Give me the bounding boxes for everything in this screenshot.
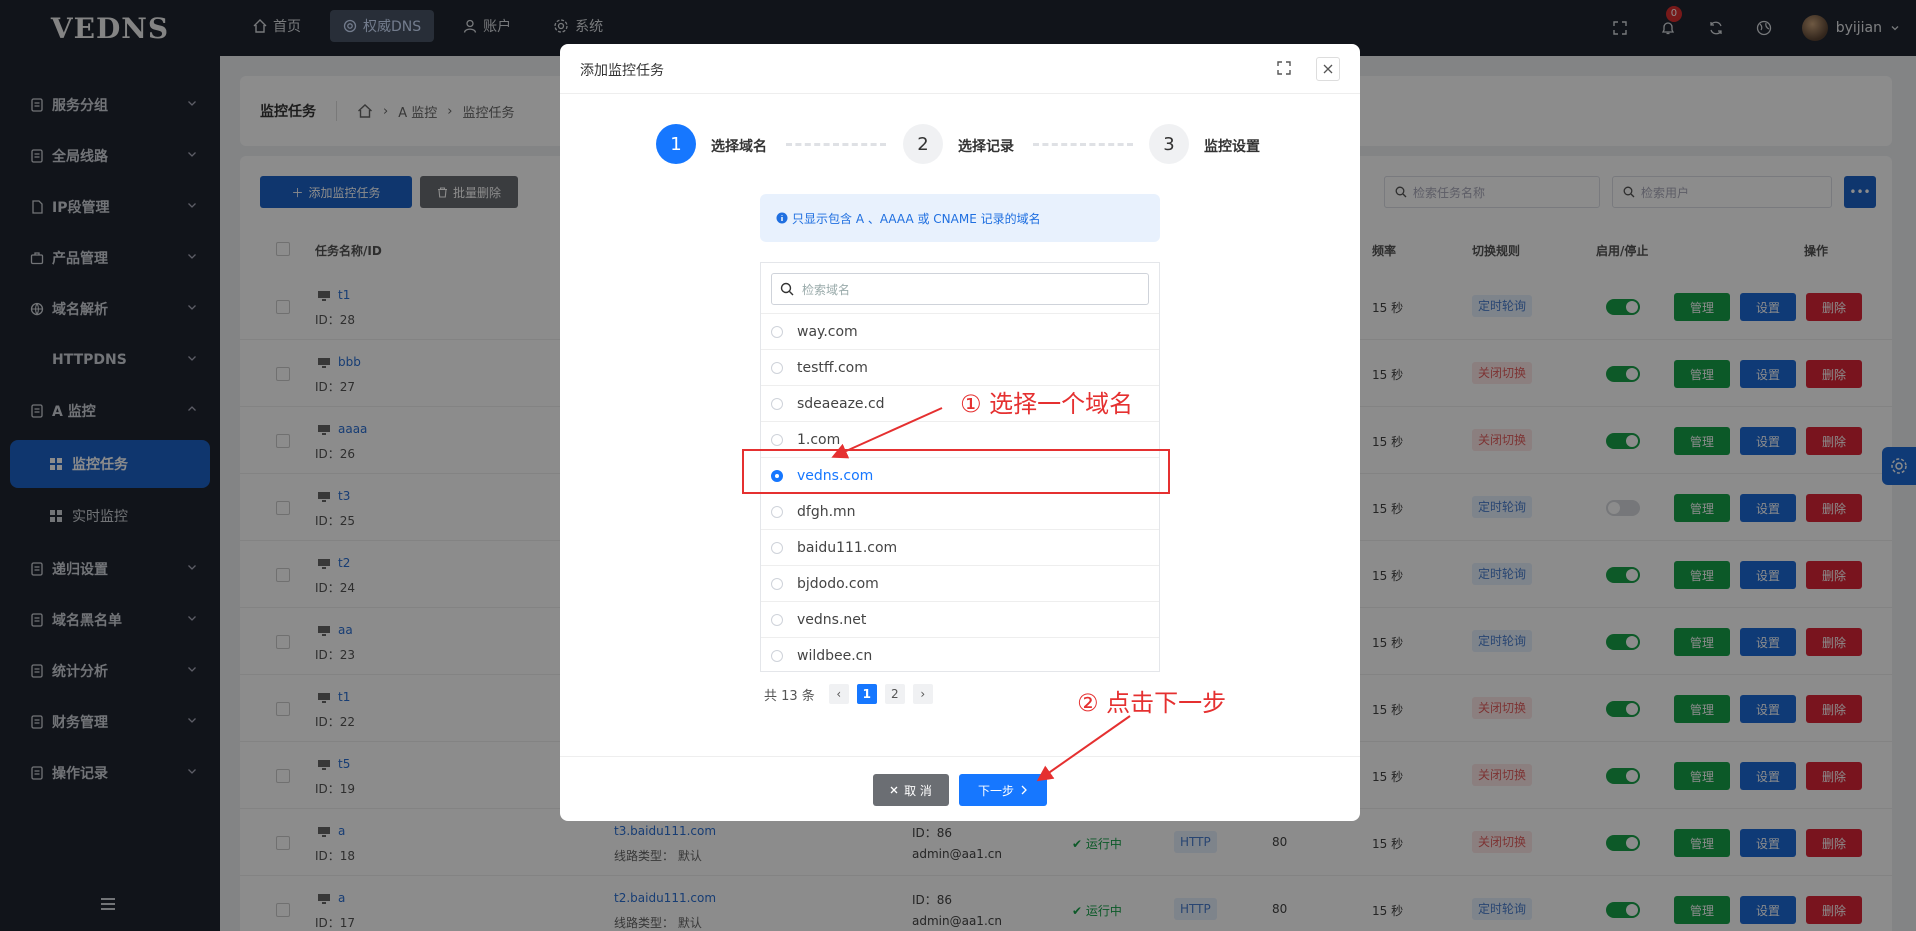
domain-option[interactable]: vedns.net: [761, 601, 1159, 637]
dialog-header: 添加监控任务: [560, 44, 1360, 94]
domain-option[interactable]: way.com: [761, 313, 1159, 349]
selection-highlight-box: [742, 449, 1170, 494]
domain-option[interactable]: wildbee.cn: [761, 637, 1159, 673]
cancel-button[interactable]: 取 消: [873, 774, 949, 806]
add-monitor-task-dialog: 添加监控任务 1 选择域名 2 选择记录 3 监控设置 只显示包含 A 、AAA…: [560, 44, 1360, 821]
domain-name: wildbee.cn: [797, 647, 873, 664]
step-connector: [1033, 143, 1133, 146]
domain-option[interactable]: dfgh.mn: [761, 493, 1159, 529]
radio-button[interactable]: [771, 541, 783, 554]
radio-button[interactable]: [771, 325, 783, 338]
page-2-button[interactable]: 2: [884, 684, 905, 704]
radio-button[interactable]: [771, 577, 783, 590]
dialog-title: 添加监控任务: [580, 63, 664, 79]
domain-name: dfgh.mn: [797, 503, 856, 520]
step-2-label: 选择记录: [958, 139, 1014, 155]
annotation-step-1: ① 选择一个域名: [960, 390, 1134, 418]
info-alert: 只显示包含 A 、AAAA 或 CNAME 记录的域名: [760, 194, 1160, 242]
domain-name: way.com: [797, 323, 858, 340]
domain-name: bjdodo.com: [797, 575, 879, 592]
domain-name: 1.com: [797, 431, 841, 448]
radio-button[interactable]: [771, 433, 783, 446]
search-icon: [780, 282, 794, 296]
domain-option[interactable]: testff.com: [761, 349, 1159, 385]
step-3-label: 监控设置: [1204, 139, 1260, 155]
step-3-circle: 3: [1149, 124, 1189, 164]
total-count: 共 13 条: [764, 688, 815, 704]
info-icon: [776, 212, 788, 224]
next-step-button[interactable]: 下一步: [959, 774, 1047, 806]
close-icon: [1323, 64, 1333, 74]
radio-button[interactable]: [771, 397, 783, 410]
next-page-button[interactable]: ›: [912, 684, 933, 704]
domain-name: testff.com: [797, 359, 868, 376]
close-button[interactable]: [1316, 57, 1340, 81]
annotation-step-2: ② 点击下一步: [1077, 689, 1227, 717]
radio-button[interactable]: [771, 505, 783, 518]
radio-button[interactable]: [771, 361, 783, 374]
step-1-label: 选择域名: [711, 139, 767, 155]
domain-name: vedns.net: [797, 611, 867, 628]
domain-option[interactable]: baidu111.com: [761, 529, 1159, 565]
domain-search-input[interactable]: 检索域名: [771, 273, 1149, 305]
domain-name: baidu111.com: [797, 539, 898, 556]
fullscreen-icon[interactable]: [1276, 60, 1292, 76]
chevron-right-icon: [1021, 785, 1027, 795]
radio-button[interactable]: [771, 613, 783, 626]
domain-name: sdeaeaze.cd: [797, 395, 885, 412]
dialog-footer: 取 消 下一步: [560, 756, 1360, 821]
step-1-circle: 1: [656, 124, 696, 164]
pagination: 共 13 条 ‹ 1 2 ›: [764, 684, 933, 704]
radio-button[interactable]: [771, 649, 783, 662]
step-2-circle: 2: [903, 124, 943, 164]
prev-page-button[interactable]: ‹: [828, 684, 849, 704]
page-1-button[interactable]: 1: [856, 684, 877, 704]
step-connector: [786, 143, 886, 146]
close-icon: [890, 786, 898, 794]
domain-option[interactable]: bjdodo.com: [761, 565, 1159, 601]
